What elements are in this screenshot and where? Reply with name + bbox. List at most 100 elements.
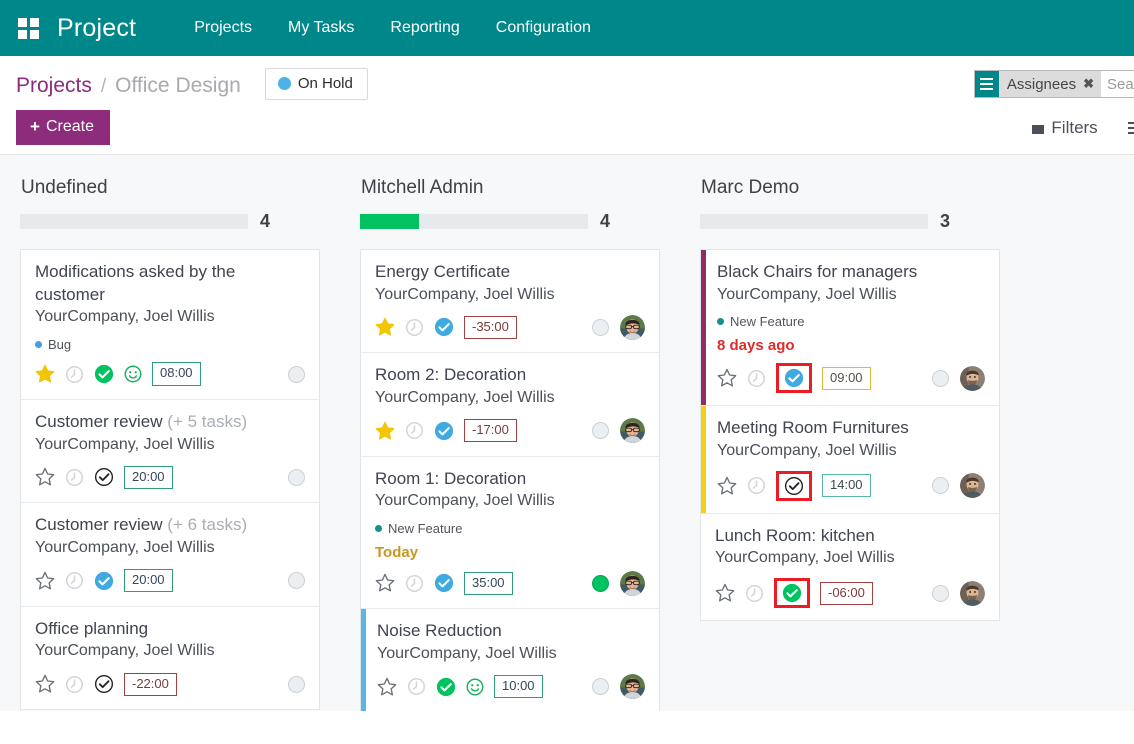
- clock-icon[interactable]: [745, 584, 764, 603]
- kanban-card-timesheet-badge[interactable]: 20:00: [124, 466, 173, 489]
- kanban-card-timesheet-badge[interactable]: -17:00: [464, 419, 517, 442]
- check-circle-icon[interactable]: [94, 571, 114, 591]
- kanban-column-count[interactable]: 4: [260, 211, 270, 232]
- app-brand-title[interactable]: Project: [57, 14, 136, 43]
- kanban-state-circle[interactable]: [932, 370, 949, 387]
- close-icon[interactable]: ✖: [1083, 76, 1094, 92]
- filters-dropdown[interactable]: Filters: [1032, 118, 1097, 138]
- kanban-card-tag[interactable]: New Feature: [717, 314, 985, 329]
- kanban-card[interactable]: Meeting Room FurnituresYourCompany, Joel…: [701, 406, 999, 513]
- nav-item-reporting[interactable]: Reporting: [372, 0, 477, 56]
- kanban-card[interactable]: Customer review (+ 5 tasks)YourCompany, …: [21, 400, 319, 503]
- nav-item-projects[interactable]: Projects: [176, 0, 270, 56]
- kanban-card[interactable]: Office planningYourCompany, Joel Willis-…: [21, 607, 319, 709]
- kanban-progress-bar[interactable]: [20, 214, 248, 229]
- kanban-state-circle[interactable]: [592, 575, 609, 592]
- clock-icon[interactable]: [65, 468, 84, 487]
- check-circle-icon[interactable]: [782, 583, 802, 603]
- clock-icon[interactable]: [747, 476, 766, 495]
- clock-icon[interactable]: [405, 421, 424, 440]
- kanban-card[interactable]: Lunch Room: kitchenYourCompany, Joel Wil…: [701, 514, 999, 620]
- kanban-card[interactable]: Modifications asked by thecustomerYourCo…: [21, 250, 319, 400]
- check-circle-icon[interactable]: [436, 677, 456, 697]
- check-circle-icon[interactable]: [94, 467, 114, 487]
- kanban-state-circle[interactable]: [288, 469, 305, 486]
- kanban-card[interactable]: Noise ReductionYourCompany, Joel Willis1…: [361, 609, 659, 711]
- clock-icon[interactable]: [65, 675, 84, 694]
- avatar-image[interactable]: [960, 581, 985, 606]
- kanban-progress-bar[interactable]: [360, 214, 588, 229]
- star-icon[interactable]: [717, 368, 737, 388]
- clock-icon[interactable]: [65, 365, 84, 384]
- kanban-card-timesheet-badge[interactable]: 20:00: [124, 569, 173, 592]
- star-icon[interactable]: [717, 476, 737, 496]
- kanban-state-circle[interactable]: [592, 422, 609, 439]
- create-button[interactable]: + Create: [16, 110, 110, 145]
- smiley-icon[interactable]: [466, 678, 484, 696]
- group-by-dropdown[interactable]: Group B: [1128, 118, 1134, 138]
- kanban-column-count[interactable]: 3: [940, 211, 950, 232]
- kanban-card-tag[interactable]: New Feature: [375, 521, 645, 536]
- clock-icon[interactable]: [405, 318, 424, 337]
- kanban-state-circle[interactable]: [592, 319, 609, 336]
- nav-item-configuration[interactable]: Configuration: [478, 0, 609, 56]
- check-circle-icon[interactable]: [434, 421, 454, 441]
- avatar-image[interactable]: [960, 366, 985, 391]
- star-icon[interactable]: [35, 571, 55, 591]
- kanban-state-circle[interactable]: [592, 678, 609, 695]
- status-badge-on-hold[interactable]: On Hold: [265, 68, 368, 100]
- avatar-image[interactable]: [620, 418, 645, 443]
- star-icon[interactable]: [715, 583, 735, 603]
- search-input[interactable]: [1101, 71, 1134, 97]
- kanban-card-tag[interactable]: Bug: [35, 337, 305, 352]
- avatar-image[interactable]: [620, 315, 645, 340]
- kanban-state-circle[interactable]: [288, 366, 305, 383]
- kanban-card[interactable]: Room 1: DecorationYourCompany, Joel Will…: [361, 457, 659, 609]
- kanban-state-circle[interactable]: [288, 676, 305, 693]
- star-icon[interactable]: [375, 573, 395, 593]
- kanban-progress-bar[interactable]: [700, 214, 928, 229]
- kanban-card-timesheet-badge[interactable]: -35:00: [464, 316, 517, 339]
- clock-icon[interactable]: [407, 677, 426, 696]
- breadcrumb-root-projects[interactable]: Projects: [16, 74, 92, 98]
- avatar-image[interactable]: [620, 674, 645, 699]
- kanban-card[interactable]: Black Chairs for managersYourCompany, Jo…: [701, 250, 999, 406]
- star-icon[interactable]: [377, 677, 397, 697]
- kanban-card-timesheet-badge[interactable]: 10:00: [494, 675, 543, 698]
- star-icon[interactable]: [35, 364, 55, 384]
- kanban-card-timesheet-badge[interactable]: 35:00: [464, 572, 513, 595]
- kanban-card-timesheet-badge[interactable]: -06:00: [820, 582, 873, 605]
- check-circle-icon[interactable]: [784, 476, 804, 496]
- kanban-card-timesheet-badge[interactable]: -22:00: [124, 673, 177, 696]
- nav-item-my-tasks[interactable]: My Tasks: [270, 0, 372, 56]
- kanban-state-circle[interactable]: [288, 572, 305, 589]
- clock-icon[interactable]: [405, 574, 424, 593]
- kanban-state-circle[interactable]: [932, 585, 949, 602]
- check-circle-icon[interactable]: [434, 317, 454, 337]
- smiley-icon[interactable]: [124, 365, 142, 383]
- clock-icon[interactable]: [65, 571, 84, 590]
- star-icon[interactable]: [35, 467, 55, 487]
- check-circle-icon[interactable]: [434, 573, 454, 593]
- avatar-image[interactable]: [960, 473, 985, 498]
- kanban-column-title[interactable]: Marc Demo: [700, 155, 1000, 211]
- search-facet-label[interactable]: Assignees ✖: [999, 71, 1101, 97]
- kanban-card-timesheet-badge[interactable]: 14:00: [822, 474, 871, 497]
- kanban-card[interactable]: Customer review (+ 6 tasks)YourCompany, …: [21, 503, 319, 606]
- star-icon[interactable]: [35, 674, 55, 694]
- check-circle-icon[interactable]: [784, 368, 804, 388]
- kanban-card[interactable]: Energy CertificateYourCompany, Joel Will…: [361, 250, 659, 353]
- group-by-bars-icon[interactable]: [975, 71, 999, 97]
- kanban-card-timesheet-badge[interactable]: 08:00: [152, 362, 201, 385]
- star-icon[interactable]: [375, 421, 395, 441]
- kanban-card[interactable]: Room 2: DecorationYourCompany, Joel Will…: [361, 353, 659, 456]
- kanban-card-timesheet-badge[interactable]: 09:00: [822, 367, 871, 390]
- clock-icon[interactable]: [747, 369, 766, 388]
- kanban-column-title[interactable]: Mitchell Admin: [360, 155, 660, 211]
- kanban-column-title[interactable]: Undefined: [20, 155, 320, 211]
- search-facet-assignees[interactable]: Assignees ✖: [975, 71, 1101, 97]
- kanban-state-circle[interactable]: [932, 477, 949, 494]
- kanban-column-count[interactable]: 4: [600, 211, 610, 232]
- check-circle-icon[interactable]: [94, 674, 114, 694]
- apps-grid-icon[interactable]: [18, 18, 39, 39]
